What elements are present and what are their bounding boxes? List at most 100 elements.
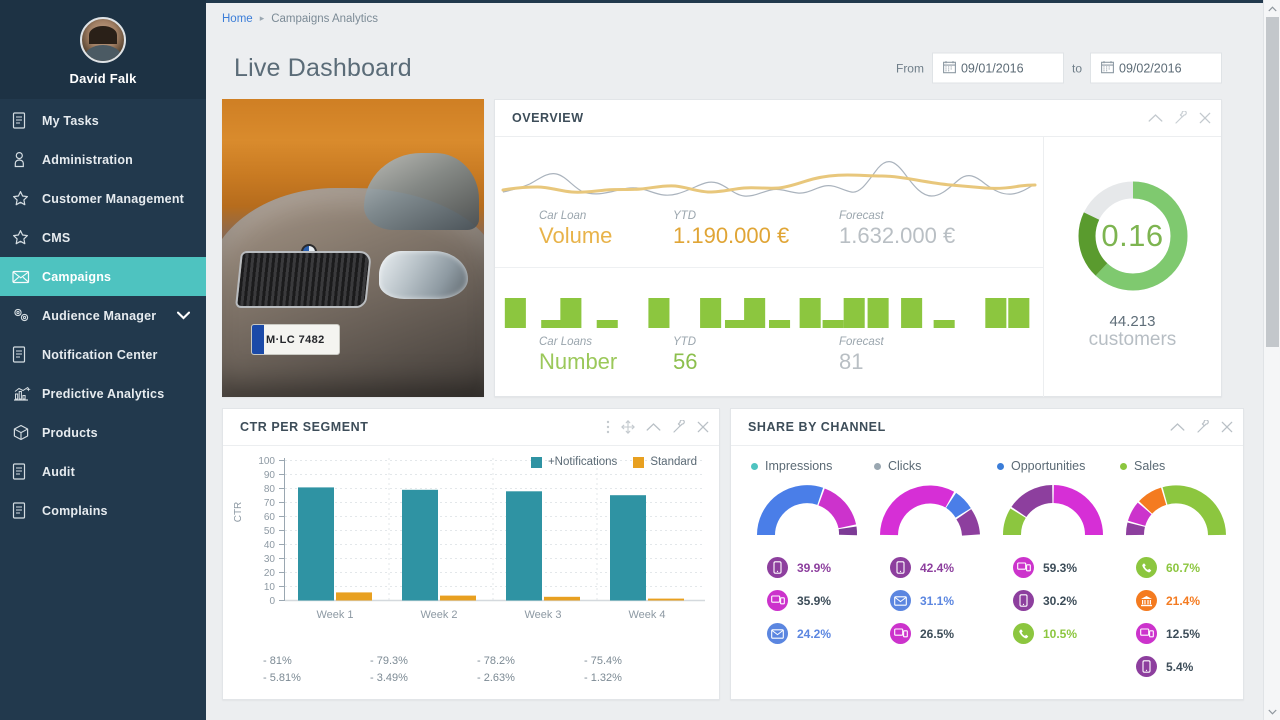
legend-swatch: [633, 456, 645, 468]
sidebar-item-label: Predictive Analytics: [42, 386, 165, 401]
sidebar-item-complains[interactable]: Complains: [0, 491, 206, 530]
share-by-channel-card: SHARE BY CHANNEL Impressions Clicks Oppo…: [730, 408, 1244, 700]
box-icon: [12, 424, 38, 441]
overview-number-row: Car Loans Number YTD 56 Forecast 81: [495, 336, 1043, 375]
collapse-icon[interactable]: [1148, 113, 1163, 123]
settings-icon[interactable]: [672, 420, 686, 434]
date-to-value[interactable]: 09/02/2016: [1119, 61, 1182, 75]
move-icon[interactable]: [621, 420, 635, 434]
sidebar-item-notification-center[interactable]: Notification Center: [0, 335, 206, 374]
sidebar-item-label: Customer Management: [42, 191, 185, 206]
channel-row[interactable]: 12.5%: [1136, 617, 1237, 650]
legend-item-standard[interactable]: Standard: [633, 456, 697, 468]
ctr-card-tools: [606, 420, 709, 434]
svg-text:20: 20: [264, 568, 276, 579]
collapse-icon[interactable]: [1170, 422, 1185, 432]
sidebar-item-products[interactable]: Products: [0, 413, 206, 452]
channel-row[interactable]: 42.4%: [890, 551, 991, 584]
legend-label: Sales: [1134, 459, 1166, 473]
svg-text:70: 70: [264, 498, 276, 509]
date-from-value[interactable]: 09/01/2016: [961, 61, 1024, 75]
legend-item-sales[interactable]: Sales: [1120, 459, 1243, 473]
legend-item-clicks[interactable]: Clicks: [874, 459, 997, 473]
overview-card-title: OVERVIEW: [512, 111, 584, 125]
scroll-down-icon[interactable]: [1264, 703, 1280, 720]
channel-row[interactable]: 10.5%: [1013, 617, 1114, 650]
gauge-rows-sales: 60.7% 21.4% 12.5% 5.4%: [1114, 551, 1237, 683]
vertical-scrollbar[interactable]: [1263, 0, 1280, 720]
from-label: From: [895, 61, 924, 75]
date-to-field[interactable]: 09/02/2016: [1090, 52, 1222, 84]
channel-row[interactable]: 5.4%: [1136, 650, 1237, 683]
sidebar-item-campaigns[interactable]: Campaigns: [0, 257, 206, 296]
car-windshield: [363, 152, 479, 231]
sidebar-item-audience-manager[interactable]: Audience Manager: [0, 296, 206, 335]
share-gauges: 39.9% 35.9% 24.2% 42.4% 31.1% 26.5% 59.3…: [731, 477, 1243, 683]
close-icon[interactable]: [1221, 421, 1233, 433]
scrollbar-thumb[interactable]: [1266, 17, 1279, 347]
channel-row[interactable]: 26.5%: [890, 617, 991, 650]
overview-card-tools: [1148, 111, 1211, 125]
channel-pct: 60.7%: [1166, 560, 1201, 575]
svg-text:10: 10: [264, 582, 276, 593]
channel-row[interactable]: 35.9%: [767, 584, 868, 617]
page-header: Live Dashboard From 09/01/2016 to 09/02/…: [206, 37, 1280, 99]
legend-item-impressions[interactable]: Impressions: [751, 459, 874, 473]
customers-donut: 0.16: [1074, 177, 1192, 295]
channel-row[interactable]: 24.2%: [767, 617, 868, 650]
document-icon: [12, 346, 38, 363]
share-card-title: SHARE BY CHANNEL: [748, 420, 886, 434]
svg-text:100: 100: [258, 456, 275, 467]
close-icon[interactable]: [1199, 112, 1211, 124]
envelope-icon: [890, 590, 911, 611]
sidebar-item-audit[interactable]: Audit: [0, 452, 206, 491]
sidebar-item-label: CMS: [42, 230, 71, 245]
channel-row[interactable]: 39.9%: [767, 551, 868, 584]
more-icon[interactable]: [606, 420, 610, 434]
gauge-col-impressions: 39.9% 35.9% 24.2%: [745, 480, 868, 683]
sidebar-profile[interactable]: David Falk: [0, 0, 206, 99]
legend-dot: [1120, 462, 1127, 470]
mobile-icon: [767, 557, 788, 578]
channel-row[interactable]: 30.2%: [1013, 584, 1114, 617]
legend-item-opportunities[interactable]: Opportunities: [997, 459, 1120, 473]
overview-number-ytd-label: YTD: [673, 335, 696, 348]
date-from-field[interactable]: 09/01/2016: [931, 52, 1064, 84]
sidebar-item-customer-management[interactable]: Customer Management: [0, 179, 206, 218]
ctr-value-secondary: - 1.32%: [584, 672, 622, 685]
ctr-per-segment-card: CTR PER SEGMENT +Notifications Standard …: [222, 408, 720, 700]
mobile-icon: [1013, 590, 1034, 611]
sidebar-item-cms[interactable]: CMS: [0, 218, 206, 257]
user-icon: [12, 151, 38, 168]
ctr-card-header: CTR PER SEGMENT: [223, 409, 719, 446]
breadcrumb-home[interactable]: Home: [222, 13, 253, 25]
channel-pct: 12.5%: [1166, 626, 1201, 641]
sidebar-item-administration[interactable]: Administration: [0, 140, 206, 179]
scroll-up-icon[interactable]: [1264, 0, 1280, 17]
legend-dot: [751, 462, 758, 470]
customers-count: 44.213: [1109, 313, 1156, 330]
envelope-icon: [12, 270, 38, 284]
settings-icon[interactable]: [1174, 111, 1188, 125]
document-icon: [12, 463, 38, 480]
svg-text:90: 90: [264, 470, 276, 481]
close-icon[interactable]: [697, 421, 709, 433]
svg-text:Week 3: Week 3: [524, 609, 561, 621]
settings-icon[interactable]: [1196, 420, 1210, 434]
sidebar-item-my-tasks[interactable]: My Tasks: [0, 101, 206, 140]
phone-icon: [1136, 557, 1157, 578]
campaign-hero-image[interactable]: M·LC 7482: [222, 99, 484, 397]
channel-row[interactable]: 59.3%: [1013, 551, 1114, 584]
y-axis-tickmarks: [279, 460, 284, 601]
chevron-down-icon[interactable]: [176, 309, 191, 323]
channel-row[interactable]: 60.7%: [1136, 551, 1237, 584]
sidebar-item-predictive-analytics[interactable]: Predictive Analytics: [0, 374, 206, 413]
gauge-col-sales: 60.7% 21.4% 12.5% 5.4%: [1114, 480, 1237, 683]
collapse-icon[interactable]: [646, 422, 661, 432]
overview-volume-block: Car Loan Volume YTD 1.190.000 € Forecast: [495, 137, 1043, 267]
channel-row[interactable]: 31.1%: [890, 584, 991, 617]
legend-item-notifications[interactable]: +Notifications: [530, 456, 617, 468]
desktop-icon: [1136, 623, 1157, 644]
svg-text:Week 4: Week 4: [628, 609, 665, 621]
channel-row[interactable]: 21.4%: [1136, 584, 1237, 617]
